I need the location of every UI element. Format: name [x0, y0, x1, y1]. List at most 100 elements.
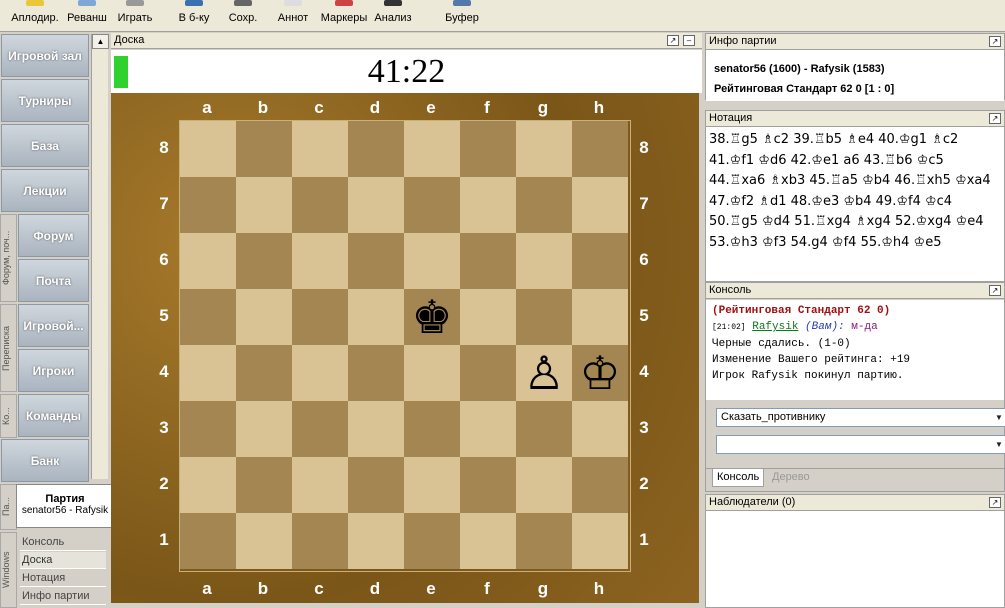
- square-d8[interactable]: [348, 121, 404, 177]
- square-b8[interactable]: [236, 121, 292, 177]
- square-a2[interactable]: [180, 457, 236, 513]
- square-f5[interactable]: [460, 289, 516, 345]
- side-tab-co[interactable]: Ко...: [0, 394, 17, 438]
- nav-game-hall[interactable]: Игровой зал: [1, 34, 89, 77]
- white-king-icon[interactable]: ♔: [572, 345, 628, 401]
- nav-base[interactable]: База: [1, 124, 89, 167]
- square-h1[interactable]: [572, 513, 628, 569]
- side-tab-correspondence[interactable]: Переписка: [0, 304, 17, 392]
- square-f2[interactable]: [460, 457, 516, 513]
- nav-forum[interactable]: Форум: [18, 214, 89, 257]
- clipboard-button[interactable]: Буфер: [444, 0, 480, 32]
- square-e6[interactable]: [404, 233, 460, 289]
- square-b2[interactable]: [236, 457, 292, 513]
- square-d3[interactable]: [348, 401, 404, 457]
- square-f7[interactable]: [460, 177, 516, 233]
- scroll-up-arrow-icon[interactable]: ▲: [92, 34, 109, 49]
- square-a8[interactable]: [180, 121, 236, 177]
- square-g5[interactable]: [516, 289, 572, 345]
- square-e7[interactable]: [404, 177, 460, 233]
- square-f1[interactable]: [460, 513, 516, 569]
- square-c2[interactable]: [292, 457, 348, 513]
- square-e3[interactable]: [404, 401, 460, 457]
- window-item-notation[interactable]: Нотация: [20, 570, 106, 587]
- chevron-down-icon[interactable]: ▼: [993, 409, 1005, 426]
- square-h7[interactable]: [572, 177, 628, 233]
- square-c5[interactable]: [292, 289, 348, 345]
- tab-console[interactable]: Консоль: [712, 469, 765, 487]
- nav-bank[interactable]: Банк: [1, 439, 89, 482]
- white-pawn-icon[interactable]: ♙: [516, 345, 572, 401]
- maximize-icon[interactable]: ↗: [667, 35, 679, 46]
- window-item-game-info[interactable]: Инфо партии: [20, 588, 106, 605]
- square-c4[interactable]: [292, 345, 348, 401]
- window-item-board[interactable]: Доска: [20, 552, 106, 569]
- nav-lectures[interactable]: Лекции: [1, 169, 89, 212]
- square-c6[interactable]: [292, 233, 348, 289]
- square-c8[interactable]: [292, 121, 348, 177]
- square-d6[interactable]: [348, 233, 404, 289]
- square-h8[interactable]: [572, 121, 628, 177]
- rematch-button[interactable]: Реванш: [64, 0, 110, 32]
- side-tab-party[interactable]: Па...: [0, 484, 17, 530]
- square-h2[interactable]: [572, 457, 628, 513]
- square-f6[interactable]: [460, 233, 516, 289]
- square-a6[interactable]: [180, 233, 236, 289]
- minimize-icon[interactable]: –: [683, 35, 695, 46]
- chess-board[interactable]: ♚ ♙ ♔: [179, 120, 631, 572]
- maximize-icon[interactable]: ↗: [989, 497, 1001, 508]
- square-h5[interactable]: [572, 289, 628, 345]
- console-output[interactable]: (Рейтинговая Стандарт 62 0) [21:02] Rafy…: [706, 300, 1004, 400]
- side-tab-forum-mail[interactable]: Форум, поч...: [0, 214, 17, 302]
- square-a3[interactable]: [180, 401, 236, 457]
- square-f4[interactable]: [460, 345, 516, 401]
- square-b4[interactable]: [236, 345, 292, 401]
- black-king-icon[interactable]: ♚: [404, 289, 460, 345]
- window-item-console[interactable]: Консоль: [20, 534, 106, 551]
- square-b3[interactable]: [236, 401, 292, 457]
- square-a4[interactable]: [180, 345, 236, 401]
- square-g7[interactable]: [516, 177, 572, 233]
- square-d4[interactable]: [348, 345, 404, 401]
- markers-button[interactable]: Маркеры: [318, 0, 370, 32]
- nav-players[interactable]: Игроки: [18, 349, 89, 392]
- nav-mail[interactable]: Почта: [18, 259, 89, 302]
- square-b7[interactable]: [236, 177, 292, 233]
- square-e2[interactable]: [404, 457, 460, 513]
- square-b1[interactable]: [236, 513, 292, 569]
- square-b6[interactable]: [236, 233, 292, 289]
- chat-input[interactable]: ▼: [716, 435, 1005, 454]
- maximize-icon[interactable]: ↗: [989, 285, 1001, 296]
- maximize-icon[interactable]: ↗: [989, 113, 1001, 124]
- square-c1[interactable]: [292, 513, 348, 569]
- square-g2[interactable]: [516, 457, 572, 513]
- annotate-button[interactable]: Аннот: [276, 0, 310, 32]
- square-g3[interactable]: [516, 401, 572, 457]
- notation-text[interactable]: 38.♖g5 ♗c2 39.♖b5 ♗e4 40.♔g1 ♗c2 41.♔f1 …: [706, 128, 1004, 280]
- square-g6[interactable]: [516, 233, 572, 289]
- tab-tree[interactable]: Дерево: [768, 469, 814, 487]
- nav-teams[interactable]: Команды: [18, 394, 89, 437]
- chevron-down-icon[interactable]: ▼: [993, 436, 1005, 453]
- square-d1[interactable]: [348, 513, 404, 569]
- square-d2[interactable]: [348, 457, 404, 513]
- square-e8[interactable]: [404, 121, 460, 177]
- chat-user[interactable]: Rafysik: [752, 321, 798, 333]
- maximize-icon[interactable]: ↗: [989, 36, 1001, 47]
- square-f3[interactable]: [460, 401, 516, 457]
- nav-game-room[interactable]: Игровой...: [18, 304, 89, 347]
- square-b5[interactable]: [236, 289, 292, 345]
- square-e4[interactable]: [404, 345, 460, 401]
- say-target-select[interactable]: Сказать_противнику ▼: [716, 408, 1005, 427]
- analysis-button[interactable]: Анализ: [372, 0, 414, 32]
- square-c7[interactable]: [292, 177, 348, 233]
- save-button[interactable]: Сохр.: [227, 0, 259, 32]
- party-popup[interactable]: Партия senator56 - Rafysik: [16, 484, 114, 528]
- square-f8[interactable]: [460, 121, 516, 177]
- square-c3[interactable]: [292, 401, 348, 457]
- to-library-button[interactable]: В б-ку: [175, 0, 213, 32]
- square-g1[interactable]: [516, 513, 572, 569]
- square-e1[interactable]: [404, 513, 460, 569]
- side-tab-windows[interactable]: Windows: [0, 532, 17, 608]
- nav-scrollbar[interactable]: ▲: [91, 34, 109, 479]
